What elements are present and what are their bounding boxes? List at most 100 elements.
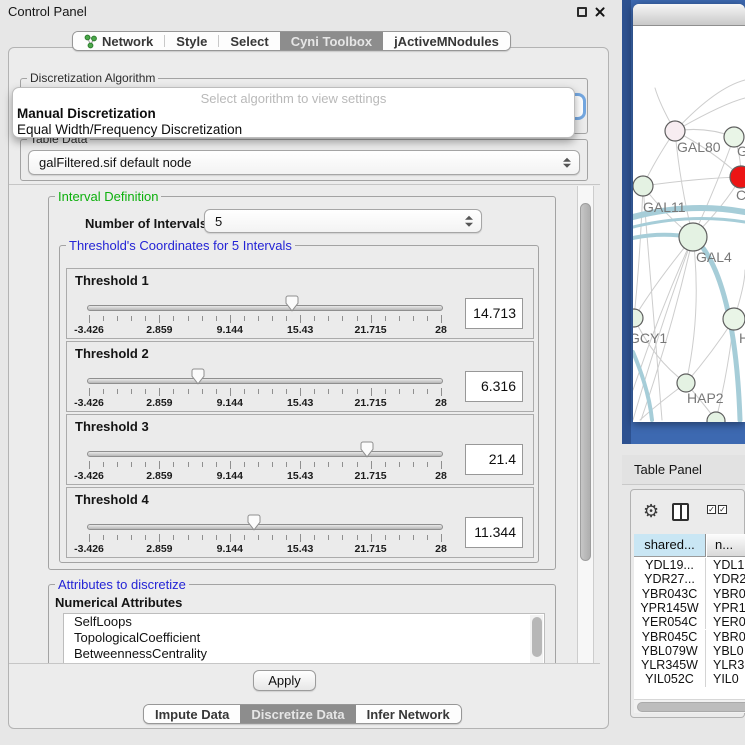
attribute-list-item[interactable]: TopologicalCoefficient <box>64 630 544 646</box>
threshold-value-field[interactable]: 6.316 <box>465 371 523 402</box>
network-edge[interactable] <box>633 237 693 420</box>
table-cell-name[interactable]: YLR3 <box>713 658 745 672</box>
network-edge[interactable] <box>675 80 745 131</box>
close-icon[interactable] <box>594 6 606 18</box>
gear-icon[interactable]: ⚙ <box>643 500 659 522</box>
table-cell-name[interactable]: YBR0 <box>713 630 745 644</box>
scroll-area-top-border <box>9 184 600 185</box>
table-cell-shared-name[interactable]: YPR145W <box>634 601 706 615</box>
table-row[interactable]: YDL19... YDL1 <box>634 558 745 572</box>
table-cell-name[interactable]: YIL0 <box>713 672 745 686</box>
slider-track[interactable] <box>87 378 443 384</box>
network-node-gal11[interactable] <box>633 176 653 196</box>
table-data-combobox[interactable]: galFiltered.sif default node <box>28 150 580 175</box>
slider-tick <box>413 535 414 540</box>
table-cell-name[interactable]: YPR1 <box>713 601 745 615</box>
table-cell-name[interactable]: YBR0 <box>713 587 745 601</box>
table-row[interactable]: YBR043C YBR0 <box>634 587 745 601</box>
float-window-icon[interactable] <box>577 7 587 17</box>
network-canvas[interactable]: GAL80GACGAL11GAL4GCY1HHAP2 <box>633 26 745 422</box>
table-cell-name[interactable]: YDR2 <box>713 572 745 586</box>
scrollbar-thumb[interactable] <box>580 203 591 561</box>
tab-style[interactable]: Style <box>165 32 218 50</box>
table-cell-name[interactable]: YBL0 <box>713 644 745 658</box>
slider-track[interactable] <box>87 524 443 530</box>
network-node-gcy1[interactable] <box>633 309 643 327</box>
threshold-value-field[interactable]: 14.713 <box>465 298 523 329</box>
attributes-group-label: Attributes to discretize <box>55 577 189 592</box>
attribute-list-item[interactable]: BetweennessCentrality <box>64 646 544 662</box>
table-horizontal-scrollbar[interactable] <box>634 699 745 713</box>
table-row[interactable]: YPR145W YPR1 <box>634 601 745 615</box>
slider-thumb[interactable] <box>285 295 299 312</box>
table-row[interactable]: YLR345W YLR3 <box>634 658 745 672</box>
table-cell-shared-name[interactable]: YBL079W <box>634 644 706 658</box>
number-of-intervals-label: Number of Intervals <box>85 216 207 231</box>
settings-vertical-scrollbar[interactable] <box>577 186 594 663</box>
slider-tick <box>145 389 146 394</box>
scrollbar-thumb[interactable] <box>637 702 745 712</box>
slider-tick-label: 15.43 <box>287 543 313 555</box>
slider-tick <box>328 316 329 321</box>
tab-jactivemnodules-label: jActiveMNodules <box>394 34 499 49</box>
table-cell-name[interactable]: YER0 <box>713 615 745 629</box>
table-cell-shared-name[interactable]: YBR045C <box>634 630 706 644</box>
table-row[interactable]: YBR045C YBR0 <box>634 630 745 644</box>
table-row[interactable]: YER054C YER0 <box>634 615 745 629</box>
network-edge[interactable] <box>686 319 734 383</box>
network-edge[interactable] <box>634 186 643 318</box>
scrollbar-thumb[interactable] <box>532 617 542 657</box>
attribute-list-item[interactable]: SelfLoops <box>64 614 544 630</box>
number-of-intervals-combobox[interactable]: 5 <box>204 209 482 233</box>
slider-tick <box>159 461 160 469</box>
dropdown-option-manual-discretization[interactable]: Manual Discretization <box>15 106 571 121</box>
network-node-label: GCY1 <box>633 330 667 346</box>
table-cell-shared-name[interactable]: YLR345W <box>634 658 706 672</box>
threshold-value-field[interactable]: 11.344 <box>465 517 523 548</box>
slider-thumb[interactable] <box>247 514 261 531</box>
tab-infer-network[interactable]: Infer Network <box>356 705 461 723</box>
table-cell-shared-name[interactable]: YDL19... <box>634 558 706 572</box>
checkbox-icon[interactable]: ✓ <box>718 505 727 514</box>
slider-tick <box>173 462 174 467</box>
slider-thumb[interactable] <box>191 368 205 385</box>
table-cell-shared-name[interactable]: YER054C <box>634 615 706 629</box>
network-edge[interactable] <box>675 98 745 131</box>
slider-tick <box>427 462 428 467</box>
slider-tick-label: 2.859 <box>146 324 172 336</box>
column-header-shared-name[interactable]: shared... <box>634 534 706 557</box>
tab-cyni-toolbox[interactable]: Cyni Toolbox <box>280 32 383 50</box>
network-node-gal80[interactable] <box>665 121 685 141</box>
apply-button[interactable]: Apply <box>253 670 316 691</box>
table-cell-shared-name[interactable]: YDR27... <box>634 572 706 586</box>
column-header-name[interactable]: n... <box>707 534 745 557</box>
tab-network[interactable]: Network <box>73 32 164 50</box>
checkbox-icon[interactable]: ✓ <box>707 505 716 514</box>
table-row[interactable]: YDR27... YDR2 <box>634 572 745 586</box>
tab-discretize-data[interactable]: Discretize Data <box>240 705 355 723</box>
network-node-gal4[interactable] <box>679 223 707 251</box>
table-row[interactable]: YBL079W YBL0 <box>634 644 745 658</box>
tab-jactivemnodules[interactable]: jActiveMNodules <box>383 32 510 50</box>
network-edge[interactable] <box>643 177 741 186</box>
slider-tick <box>357 462 358 467</box>
slider-tick <box>314 462 315 467</box>
table-cell-shared-name[interactable]: YBR043C <box>634 587 706 601</box>
tab-impute-data[interactable]: Impute Data <box>144 705 240 723</box>
slider-tick <box>441 388 442 396</box>
numerical-attributes-list[interactable]: SelfLoopsTopologicalCoefficientBetweenne… <box>63 613 545 663</box>
dropdown-option-equal-width-frequency[interactable]: Equal Width/Frequency Discretization <box>15 122 571 137</box>
network-node[interactable] <box>707 412 725 422</box>
table-cell-shared-name[interactable]: YIL052C <box>634 672 706 686</box>
columns-icon[interactable] <box>672 503 689 521</box>
table-row[interactable]: YIL052C YIL0 <box>634 672 745 686</box>
attributes-list-scrollbar[interactable] <box>530 615 543 663</box>
slider-track[interactable] <box>87 305 443 311</box>
table-cell-name[interactable]: YDL1 <box>713 558 745 572</box>
tab-select[interactable]: Select <box>219 32 279 50</box>
threshold-value-field[interactable]: 21.4 <box>465 444 523 475</box>
slider-thumb[interactable] <box>360 441 374 458</box>
network-node-h[interactable] <box>723 308 745 330</box>
slider-track[interactable] <box>87 451 443 457</box>
network-window-titlebar[interactable] <box>633 4 745 26</box>
